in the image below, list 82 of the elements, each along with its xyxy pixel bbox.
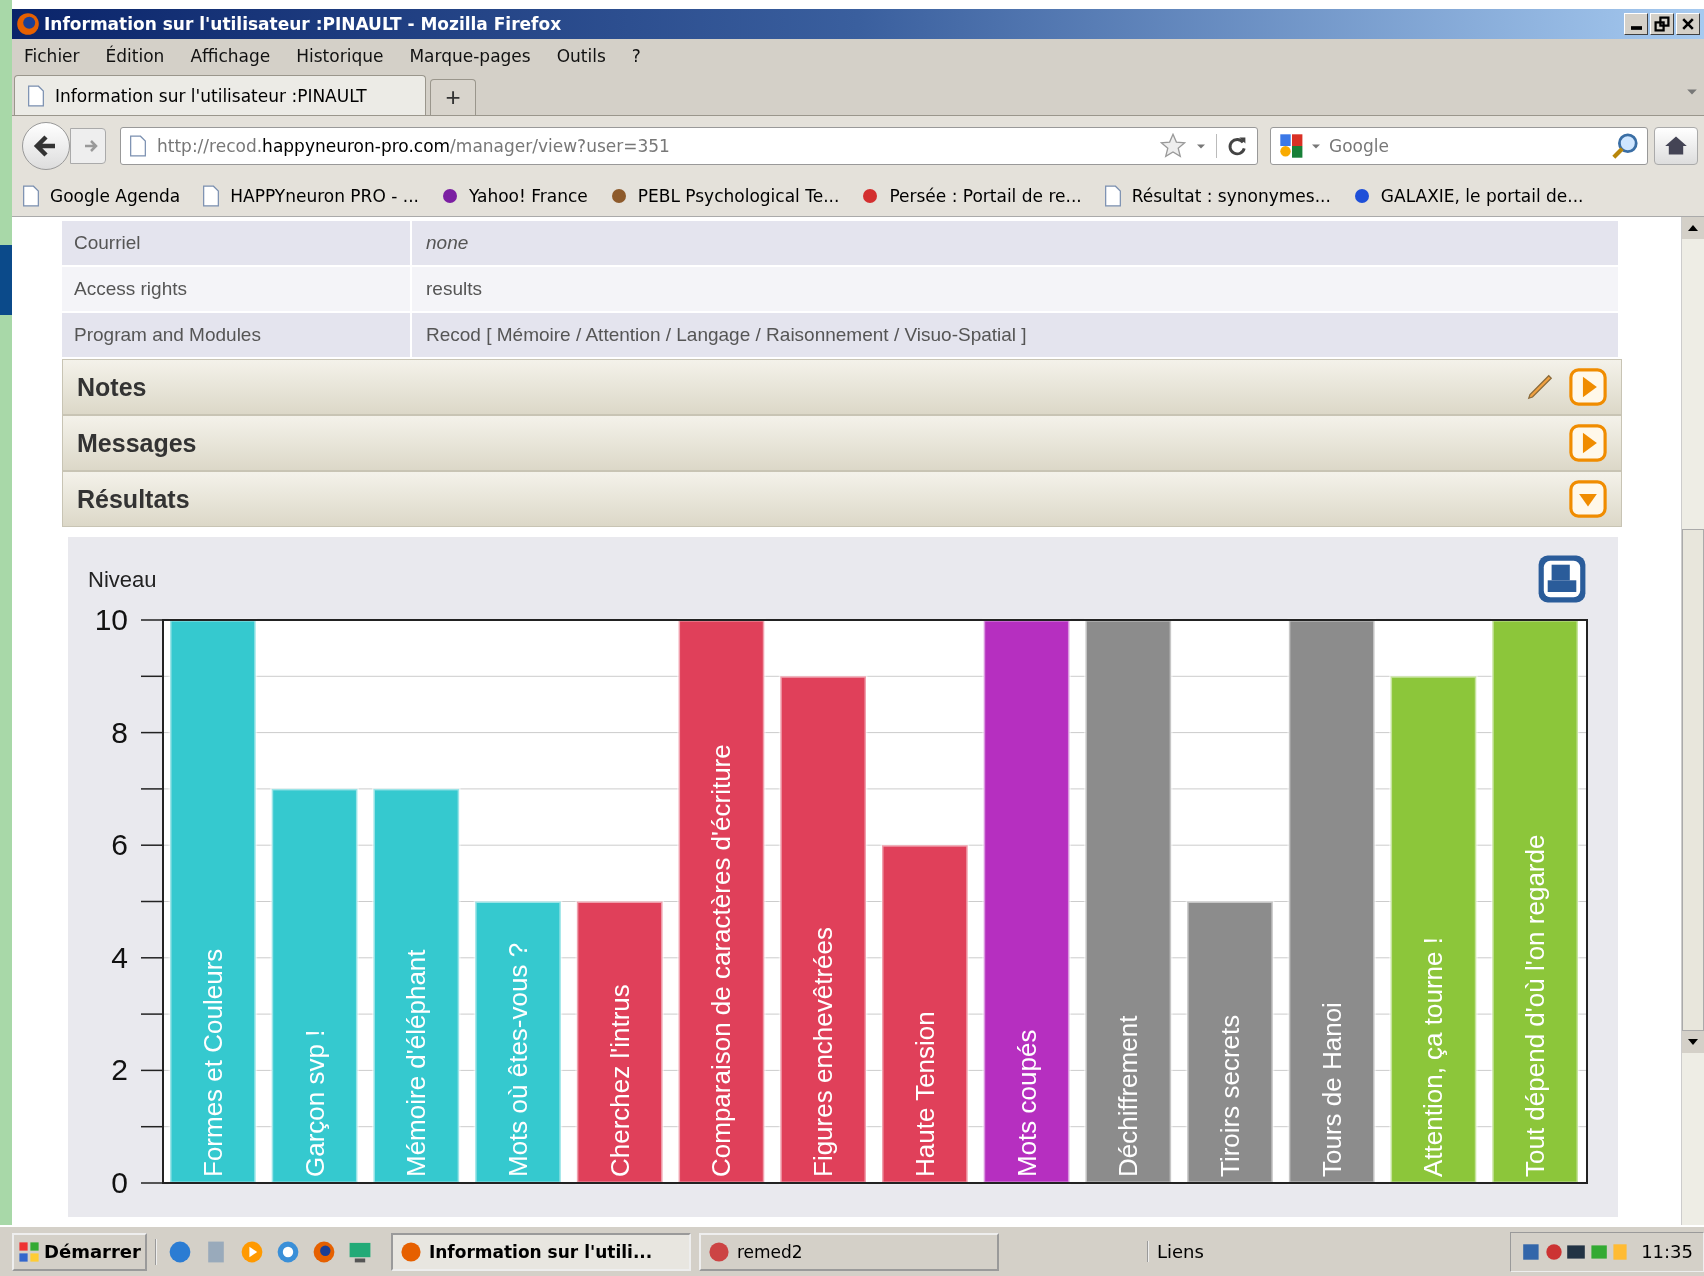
taskbar-button[interactable]: Information sur l'utili... [390,1232,691,1271]
page-icon [202,185,221,207]
start-button[interactable]: Démarrer [12,1232,147,1271]
links-toolbar[interactable]: Liens [1146,1241,1204,1262]
y-axis-label: Niveau [88,567,157,592]
field-value: Recod [ Mémoire / Attention / Langage / Raisonnement / Visuo-Spatial ] [425,323,1027,347]
bar-label: Tiroirs secrets [1215,1014,1245,1177]
vertical-scrollbar[interactable] [1681,217,1704,1225]
minimize-icon [1630,26,1642,30]
search-bar[interactable]: Google [1270,127,1648,165]
dropdown-caret-icon [1686,88,1698,96]
browser-logo-icon [16,12,40,36]
bookmark-star-icon[interactable] [1160,133,1186,159]
menu-item[interactable]: Outils [556,45,606,66]
bar-label: Haute Tension [909,1011,940,1177]
field-label: Courriel [62,221,412,265]
bookmark-item[interactable]: Google Agenda [22,185,181,207]
dropdown-caret-icon [1311,142,1321,150]
field-value: results [425,277,482,301]
bookmark-item[interactable]: GALAXIE, le portail de... [1352,185,1584,207]
bar-label: Tours de Hanoi [1316,1002,1347,1177]
dropdown-caret-icon[interactable] [1196,142,1206,150]
clock: 11:35 [1641,1241,1693,1262]
minimize-button[interactable] [1624,13,1648,35]
home-button[interactable] [1654,127,1698,165]
menu-item[interactable]: Fichier [24,45,80,66]
restore-icon [1653,16,1671,32]
bar-label: Tout dépend d'où l'on regarde [1520,834,1551,1177]
y-tick-label: 4 [111,940,128,974]
menu-item[interactable]: Édition [105,45,165,66]
search-field[interactable]: Google [1327,135,1605,157]
menu-item[interactable]: ? [631,45,641,66]
address-field[interactable]: http://recod.happyneuron-pro.com/manager/view?user=351 [120,127,1258,165]
bookmark-item[interactable]: Yahoo! France [440,185,588,207]
section-header[interactable]: Résultats [62,471,1622,527]
close-button[interactable] [1676,13,1700,35]
window-title: Information sur l'utilisateur :PINAULT - Mozilla Firefox [44,14,563,34]
taskbar-button[interactable]: remed2 [698,1232,999,1271]
y-tick-label: 6 [111,828,128,862]
printer-icon[interactable] [1536,553,1588,605]
search-icon[interactable] [1611,132,1639,160]
scrollbar-thumb[interactable] [1682,529,1704,1031]
field-label: Program and Modules [62,313,412,357]
bar-label: Mots où êtes-vous ? [503,942,533,1177]
restore-button[interactable] [1650,13,1674,35]
bar-label: Mémoire d'éléphant [401,949,432,1177]
bar-label: Attention, ça tourne ! [1418,937,1449,1177]
page-icon [22,185,40,207]
y-tick-label: 2 [111,1053,128,1087]
pencil-icon[interactable] [1525,372,1555,402]
bookmark-item[interactable]: PEBL Psychological Te... [609,185,840,207]
back-button[interactable] [22,122,70,170]
section-header[interactable]: Messages [62,415,1622,471]
field-label: Access rights [62,267,412,311]
forward-button[interactable] [70,128,106,164]
menu-item[interactable]: Affichage [190,45,271,66]
page-icon [27,84,45,107]
bar-label: Déchiffrement [1113,1015,1144,1177]
bar-label: Mots coupés [1011,1029,1042,1177]
bookmark-item[interactable]: Résultat : synonymes... [1103,185,1331,207]
y-tick-label: 10 [94,603,128,636]
bar-label: Comparaison de caractères d'écriture [706,744,737,1177]
field-value: none [425,231,469,255]
search-engine-icon [1279,133,1305,159]
page-icon [129,135,147,157]
bookmark-item[interactable]: HAPPYneuron PRO - ... [202,185,419,207]
windows-flag-icon [18,1240,40,1263]
page-icon [1103,185,1122,207]
y-tick-label: 0 [111,1166,128,1199]
bar-label: Garçon svp ! [299,1029,330,1177]
bar-label: Formes et Couleurs [197,948,228,1177]
bookmark-item[interactable]: Persée : Portail de re... [861,185,1082,207]
y-tick-label: 8 [111,715,128,749]
app-icon [706,1239,731,1264]
menu-item[interactable]: Marque-pages [409,45,531,66]
bar-label: Cherchez l'intrus [604,984,635,1177]
app-icon [398,1239,423,1264]
section-header[interactable]: Notes [62,359,1622,415]
new-tab-button[interactable]: + [430,79,476,115]
menu-item[interactable]: Historique [296,45,384,66]
bar-label: Figures enchevêtrées [808,926,839,1177]
browser-tab[interactable]: Information sur l'utilisateur :PINAULT [14,75,426,115]
